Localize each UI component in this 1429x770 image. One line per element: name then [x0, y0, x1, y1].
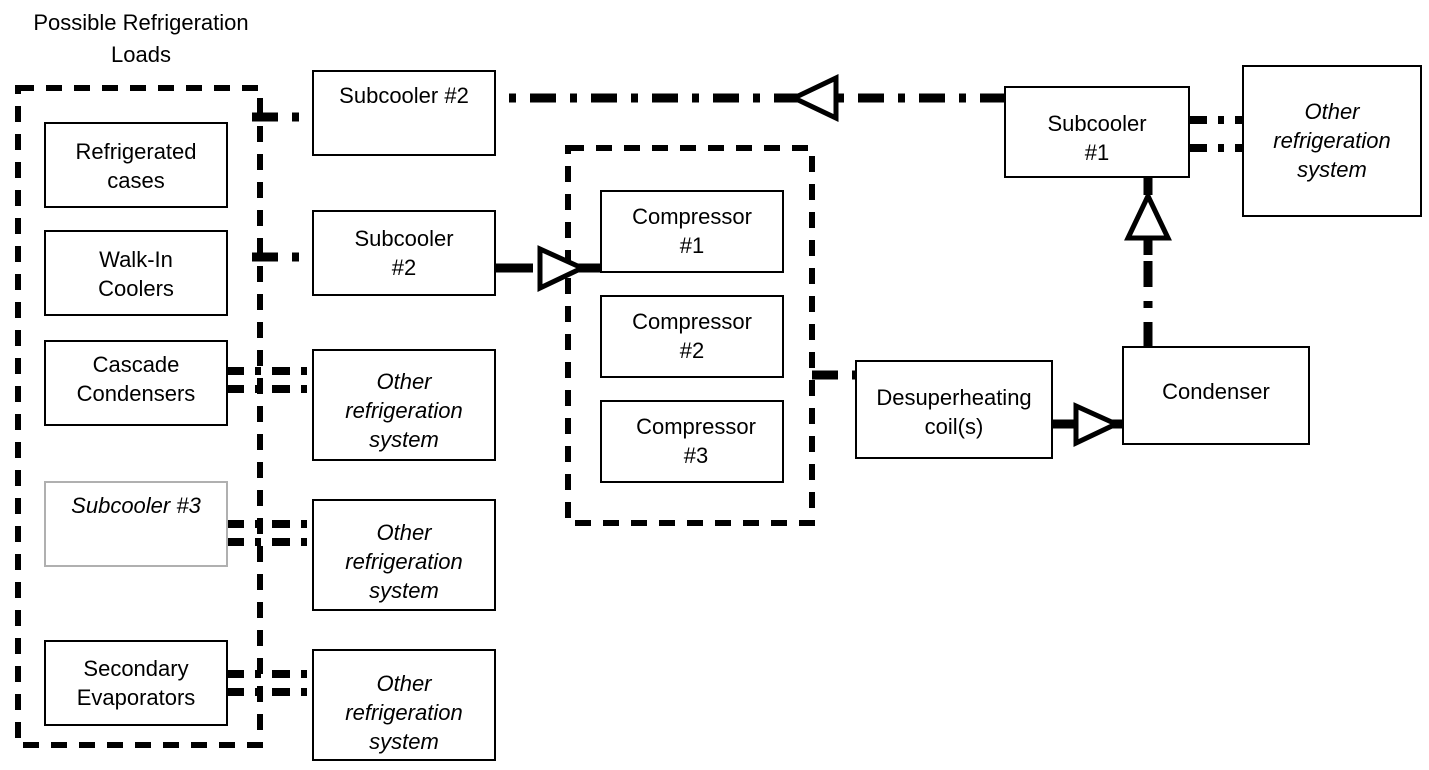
box-walk-in-coolers[interactable]: Walk-In Coolers: [44, 230, 228, 316]
svg-text:refrigeration: refrigeration: [1273, 128, 1390, 153]
box-subcooler-1[interactable]: Subcooler #1: [1004, 86, 1190, 178]
svg-text:#1: #1: [680, 233, 704, 258]
svg-text:Other: Other: [1304, 99, 1361, 124]
page-title: Possible Refrigeration Loads: [33, 10, 248, 67]
box-subcooler-2-upper[interactable]: Subcooler #2: [312, 70, 496, 156]
svg-text:Other: Other: [376, 671, 433, 696]
svg-text:Compressor: Compressor: [632, 204, 752, 229]
svg-text:Possible Refrigeration: Possible Refrigeration: [33, 10, 248, 35]
arrowhead-right-to-compressor-rack: [537, 245, 588, 292]
svg-text:#3: #3: [684, 443, 708, 468]
svg-text:Desuperheating: Desuperheating: [876, 385, 1031, 410]
svg-text:refrigeration: refrigeration: [345, 398, 462, 423]
box-other-refrigeration-system-1[interactable]: Other refrigeration system: [312, 349, 496, 461]
svg-text:Condensers: Condensers: [77, 381, 196, 406]
connector-secondary-evap-to-other-3: [226, 670, 312, 696]
svg-text:Cascade: Cascade: [93, 352, 180, 377]
svg-text:coil(s): coil(s): [925, 414, 984, 439]
box-compressor-2[interactable]: Compressor #2: [600, 295, 784, 378]
box-other-refrigeration-system-3[interactable]: Other refrigeration system: [312, 649, 496, 761]
refrigeration-system-diagram: Refrigerated cases Walk-In Coolers Casca…: [0, 0, 1429, 770]
svg-text:Condenser: Condenser: [1162, 379, 1270, 404]
svg-text:system: system: [369, 578, 439, 603]
svg-text:refrigeration: refrigeration: [345, 700, 462, 725]
diagram-canvas: Refrigerated cases Walk-In Coolers Casca…: [15, 10, 1422, 761]
svg-text:cases: cases: [107, 168, 164, 193]
box-desuperheating-coils[interactable]: Desuperheating coil(s): [855, 360, 1053, 459]
box-compressor-3[interactable]: Compressor #3: [600, 400, 784, 483]
svg-text:#1: #1: [1085, 140, 1109, 165]
svg-text:Refrigerated: Refrigerated: [75, 139, 196, 164]
svg-text:Subcooler: Subcooler: [354, 226, 453, 251]
svg-text:system: system: [1297, 157, 1367, 182]
box-subcooler-2-lower[interactable]: Subcooler #2: [312, 210, 496, 296]
svg-text:system: system: [369, 729, 439, 754]
svg-text:Walk-In: Walk-In: [99, 247, 173, 272]
box-condenser[interactable]: Condenser: [1122, 346, 1310, 445]
svg-text:Evaporators: Evaporators: [77, 685, 196, 710]
arrowhead-left-to-subcooler2: [788, 74, 839, 122]
box-refrigerated-cases[interactable]: Refrigerated cases: [44, 122, 228, 208]
connector-subcooler3-to-other-2: [226, 520, 312, 546]
svg-text:Coolers: Coolers: [98, 276, 174, 301]
box-other-refrigeration-system-2[interactable]: Other refrigeration system: [312, 499, 496, 611]
svg-text:Subcooler #2: Subcooler #2: [339, 83, 469, 108]
svg-text:Secondary: Secondary: [83, 656, 188, 681]
box-cascade-condensers[interactable]: Cascade Condensers: [44, 340, 228, 426]
box-other-refrigeration-system-right[interactable]: Other refrigeration system: [1242, 65, 1422, 217]
svg-text:Subcooler #3: Subcooler #3: [71, 493, 201, 518]
svg-text:Compressor: Compressor: [636, 414, 756, 439]
box-subcooler-3[interactable]: Subcooler #3: [44, 481, 228, 567]
svg-text:system: system: [369, 427, 439, 452]
arrowhead-right-to-condenser: [1073, 402, 1122, 447]
svg-text:Compressor: Compressor: [632, 309, 752, 334]
box-compressor-1[interactable]: Compressor #1: [600, 190, 784, 273]
connector-subcooler1-to-other-right: [1189, 116, 1243, 152]
svg-text:Other: Other: [376, 520, 433, 545]
box-secondary-evaporators[interactable]: Secondary Evaporators: [44, 640, 228, 726]
svg-text:#2: #2: [680, 338, 704, 363]
arrowhead-up-to-subcooler1: [1124, 190, 1172, 241]
svg-text:Subcooler: Subcooler: [1047, 111, 1146, 136]
svg-text:Other: Other: [376, 369, 433, 394]
connector-cascade-to-other-1: [226, 367, 312, 393]
svg-text:refrigeration: refrigeration: [345, 549, 462, 574]
svg-text:Loads: Loads: [111, 42, 171, 67]
svg-text:#2: #2: [392, 255, 416, 280]
